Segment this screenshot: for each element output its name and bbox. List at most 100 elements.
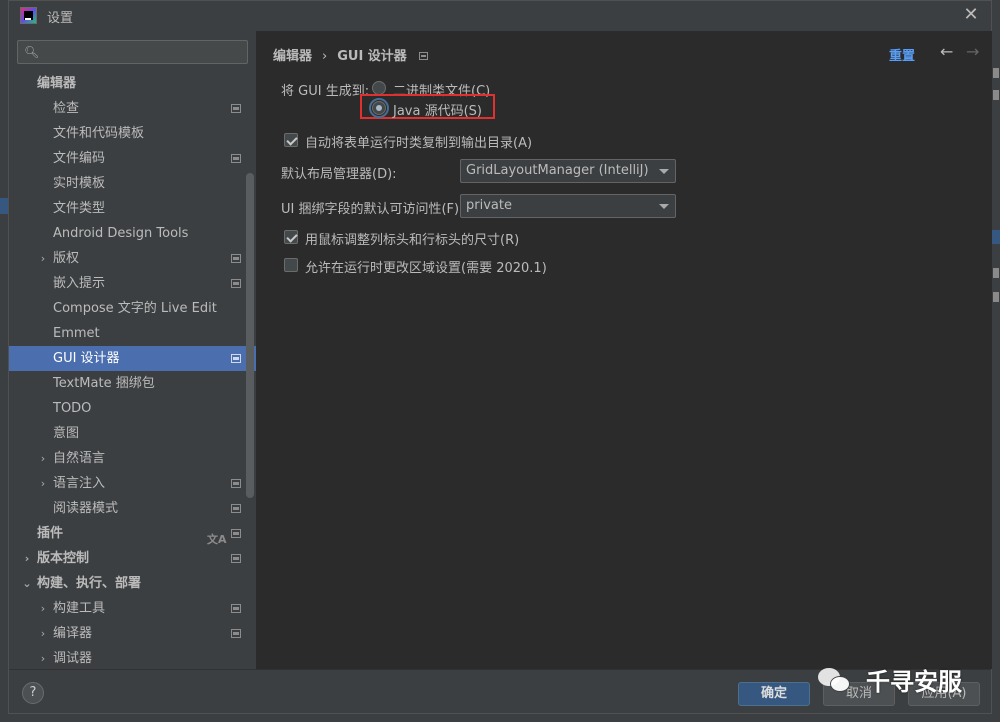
sidebar-item-plugins[interactable]: 插件 文A xyxy=(9,521,256,546)
forward-arrow-icon[interactable]: → xyxy=(966,42,979,61)
chevron-right-icon[interactable]: › xyxy=(37,596,49,621)
sidebar-item-label: 阅读器模式 xyxy=(53,501,119,516)
sidebar-item-label: 文件和代码模板 xyxy=(53,126,145,141)
chevron-right-icon[interactable]: › xyxy=(37,646,49,669)
sidebar-item-label: 语言注入 xyxy=(53,476,106,491)
screen: 设置 ✕ 🔍︎ 编辑器 检查 文件和代码模板 文件编码 实时模板 文件类型 An… xyxy=(0,0,1000,722)
background-mark xyxy=(993,90,999,100)
back-arrow-icon[interactable]: ← xyxy=(940,42,953,61)
sidebar-item-emmet[interactable]: Emmet xyxy=(9,321,256,346)
background-ide-left xyxy=(0,0,8,722)
sidebar-item-inspections[interactable]: 检查 xyxy=(9,96,256,121)
sidebar-item-label: 构建工具 xyxy=(53,601,106,616)
sidebar-item-label: 构建、执行、部署 xyxy=(37,576,142,591)
chevron-right-icon[interactable]: › xyxy=(37,446,49,471)
sidebar-item-label: GUI 设计器 xyxy=(53,351,120,366)
window-title: 设置 xyxy=(47,11,74,26)
sidebar-item-compiler[interactable]: › 编译器 xyxy=(9,621,256,646)
chevron-down-icon[interactable]: ⌄ xyxy=(21,571,33,596)
field-accessibility-select[interactable]: private xyxy=(460,194,676,218)
project-scope-icon xyxy=(231,479,241,488)
sidebar-item-compose-live-edit[interactable]: Compose 文字的 Live Edit xyxy=(9,296,256,321)
sidebar-item-live-templates[interactable]: 实时模板 xyxy=(9,171,256,196)
sidebar-item-debugger[interactable]: › 调试器 xyxy=(9,646,256,669)
title-bar: 设置 ✕ xyxy=(9,1,991,31)
sidebar-item-build-tools[interactable]: › 构建工具 xyxy=(9,596,256,621)
field-accessibility-value: private xyxy=(466,198,512,213)
sidebar-item-natural-languages[interactable]: › 自然语言 xyxy=(9,446,256,471)
sidebar-item-reader-mode[interactable]: 阅读器模式 xyxy=(9,496,256,521)
sidebar-item-editor[interactable]: 编辑器 xyxy=(9,71,256,96)
radio-java-source-label: Java 源代码(S) xyxy=(393,104,482,119)
chevron-down-icon xyxy=(659,204,669,209)
close-icon[interactable]: ✕ xyxy=(959,4,983,28)
layout-manager-select[interactable]: GridLayoutManager (IntelliJ) xyxy=(460,159,676,183)
breadcrumb-parent[interactable]: 编辑器 xyxy=(273,49,312,64)
chevron-right-icon[interactable]: › xyxy=(37,471,49,496)
resize-headers-label: 用鼠标调整列标头和行标头的尺寸(R) xyxy=(305,233,520,248)
project-scope-icon xyxy=(231,629,241,638)
reset-link[interactable]: 重置 xyxy=(889,45,915,64)
project-scope-icon xyxy=(231,529,241,538)
settings-dialog: 设置 ✕ 🔍︎ 编辑器 检查 文件和代码模板 文件编码 实时模板 文件类型 An… xyxy=(8,0,992,714)
breadcrumb-separator-icon: › xyxy=(322,49,328,64)
copy-runtime-checkbox[interactable] xyxy=(284,133,298,147)
background-mark xyxy=(993,68,999,78)
allow-locale-label: 允许在运行时更改区域设置(需要 2020.1) xyxy=(305,261,547,276)
project-scope-icon xyxy=(231,554,241,563)
chevron-right-icon[interactable]: › xyxy=(37,246,49,271)
sidebar-item-language-injections[interactable]: › 语言注入 xyxy=(9,471,256,496)
project-scope-icon xyxy=(418,52,428,60)
sidebar-item-label: 编辑器 xyxy=(37,76,77,91)
project-scope-icon xyxy=(231,104,241,113)
generate-gui-label: 将 GUI 生成到: xyxy=(281,84,370,99)
sidebar-item-label: Emmet xyxy=(53,326,100,341)
settings-search-input[interactable]: 🔍︎ xyxy=(17,40,248,64)
sidebar-item-gui-designer[interactable]: GUI 设计器 xyxy=(9,346,256,371)
sidebar-item-textmate-bundles[interactable]: TextMate 捆绑包 xyxy=(9,371,256,396)
radio-java-source[interactable] xyxy=(372,101,386,115)
sidebar-item-label: 版权 xyxy=(53,251,80,266)
sidebar-item-intentions[interactable]: 意图 xyxy=(9,421,256,446)
field-accessibility-label: UI 捆绑字段的默认可访问性(F): xyxy=(281,202,464,217)
sidebar-item-label: 文件编码 xyxy=(53,151,106,166)
sidebar-item-label: TODO xyxy=(53,401,92,416)
sidebar-item-label: 版本控制 xyxy=(37,551,90,566)
watermark-text: 千寻安服 xyxy=(866,668,962,696)
project-scope-icon xyxy=(231,279,241,288)
sidebar-item-build-execution-deployment[interactable]: ⌄ 构建、执行、部署 xyxy=(9,571,256,596)
sidebar-item-inlay-hints[interactable]: 嵌入提示 xyxy=(9,271,256,296)
sidebar-item-copyright[interactable]: › 版权 xyxy=(9,246,256,271)
sidebar-scrollbar[interactable] xyxy=(246,173,254,498)
sidebar-item-label: 实时模板 xyxy=(53,176,106,191)
sidebar-item-file-templates[interactable]: 文件和代码模板 xyxy=(9,121,256,146)
help-button[interactable]: ? xyxy=(22,682,44,704)
resize-headers-checkbox[interactable] xyxy=(284,230,298,244)
background-stripe xyxy=(992,230,1000,244)
sidebar-item-todo[interactable]: TODO xyxy=(9,396,256,421)
sidebar-item-label: Android Design Tools xyxy=(53,226,189,241)
settings-content: 编辑器 › GUI 设计器 重置 ← → 将 GUI 生成到: 二进制类文件(C) … xyxy=(256,31,992,669)
ok-button[interactable]: 确定 xyxy=(738,682,810,706)
copy-runtime-label: 自动将表单运行时类复制到输出目录(A) xyxy=(305,136,533,151)
chevron-down-icon xyxy=(659,169,669,174)
background-ide-right xyxy=(992,0,1000,722)
project-scope-icon xyxy=(231,504,241,513)
sidebar-item-label: Compose 文字的 Live Edit xyxy=(53,301,217,316)
sidebar-item-file-encodings[interactable]: 文件编码 xyxy=(9,146,256,171)
allow-locale-checkbox[interactable] xyxy=(284,258,298,272)
sidebar-item-label: TextMate 捆绑包 xyxy=(53,376,155,391)
radio-binary-class[interactable] xyxy=(372,81,386,95)
chevron-right-icon[interactable]: › xyxy=(21,546,33,571)
watermark: 千寻安服 xyxy=(818,660,988,700)
chevron-right-icon[interactable]: › xyxy=(37,621,49,646)
project-scope-icon xyxy=(231,154,241,163)
sidebar-item-version-control[interactable]: › 版本控制 xyxy=(9,546,256,571)
intellij-app-icon xyxy=(20,7,37,24)
sidebar-item-android-design-tools[interactable]: Android Design Tools xyxy=(9,221,256,246)
search-icon: 🔍︎ xyxy=(24,45,40,59)
sidebar-item-label: 自然语言 xyxy=(53,451,106,466)
sidebar-item-label: 嵌入提示 xyxy=(53,276,106,291)
sidebar-item-file-types[interactable]: 文件类型 xyxy=(9,196,256,221)
sidebar-item-label: 调试器 xyxy=(53,651,93,666)
